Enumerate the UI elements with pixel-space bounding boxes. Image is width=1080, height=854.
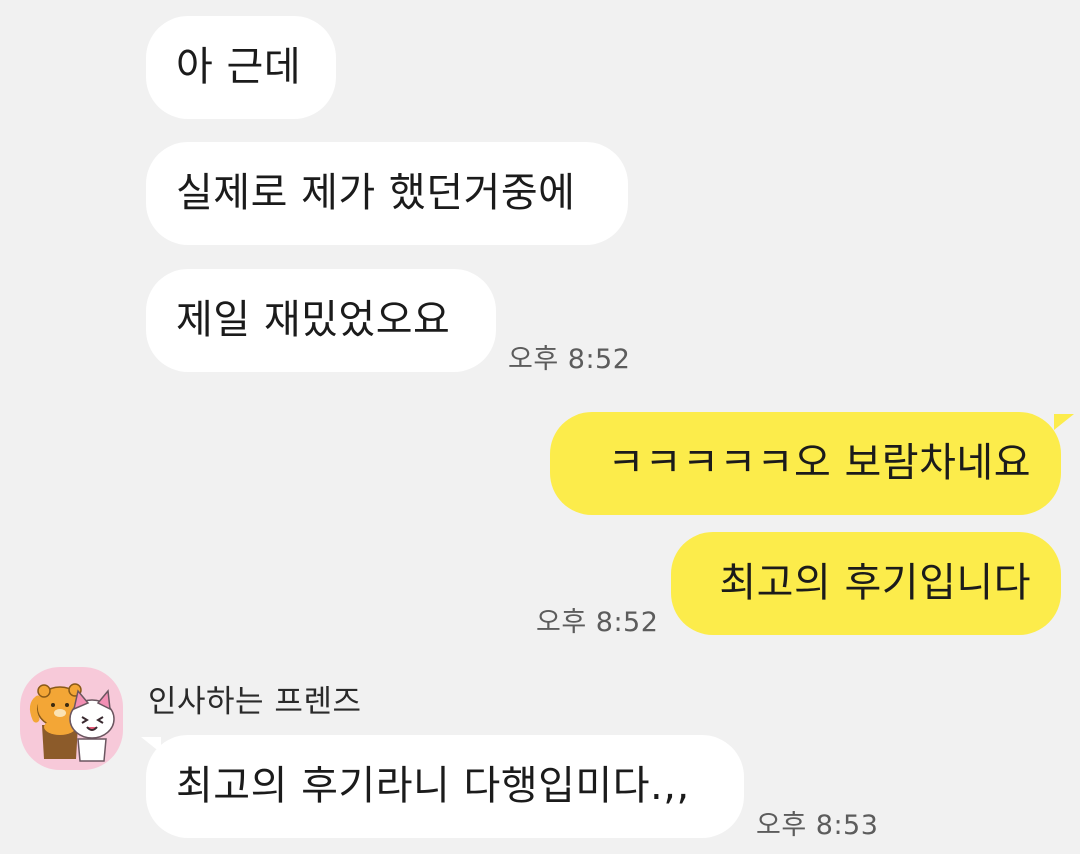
message-timestamp: 오후 8:52 [508,344,631,375]
incoming-message-bubble[interactable]: 제일 재밌었오요 [146,269,496,372]
outgoing-bubble-tail [1054,414,1074,430]
message-timestamp: 오후 8:53 [756,810,879,841]
sender-avatar[interactable] [20,667,123,770]
incoming-message-bubble[interactable]: 실제로 제가 했던거중에 [146,142,628,245]
incoming-message-bubble[interactable]: 최고의 후기라니 다행입미다.,, [146,735,744,838]
outgoing-message-bubble[interactable]: 최고의 후기입니다 [671,532,1061,635]
outgoing-message-bubble[interactable]: ㅋㅋㅋㅋㅋ오 보람차네요 [550,412,1061,515]
sender-name: 인사하는 프렌즈 [148,684,362,720]
incoming-message-bubble[interactable]: 아 근데 [146,16,336,119]
friends-avatar-icon [29,683,115,762]
message-timestamp: 오후 8:52 [536,607,659,638]
